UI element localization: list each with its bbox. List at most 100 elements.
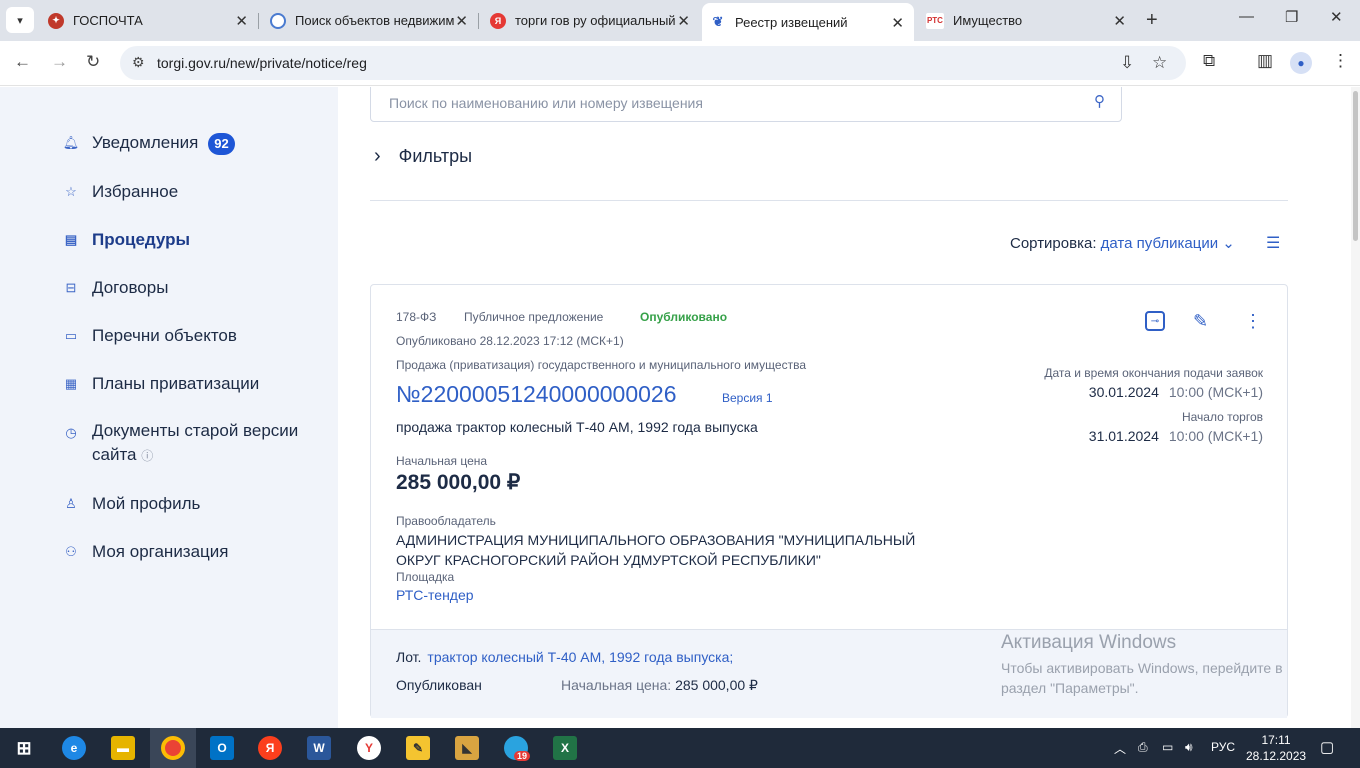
sticky-notes-icon[interactable]: ✎	[406, 736, 430, 760]
more-options-icon[interactable]: ⋮	[1244, 311, 1262, 332]
sort-control[interactable]: Сортировка: дата публикации ⌄	[1010, 234, 1235, 252]
reload-button[interactable]: ↻	[86, 52, 100, 72]
divider	[370, 200, 1288, 201]
search-icon[interactable]: ⚲	[1094, 92, 1105, 110]
sort-label: Сортировка:	[1010, 235, 1097, 252]
telegram-icon[interactable]: 19	[504, 736, 530, 761]
contract-icon: ⊟	[65, 280, 77, 295]
close-icon[interactable]: ✕	[1113, 12, 1126, 30]
minimize-button[interactable]: —	[1239, 8, 1254, 25]
chevron-down-icon[interactable]: ⌄	[1222, 235, 1235, 252]
windows-start-icon[interactable]: ⊞	[12, 736, 36, 760]
sidebar-item-contracts[interactable]: ⊟ Договоры	[64, 278, 169, 298]
language-indicator[interactable]: РУС	[1211, 740, 1235, 754]
sidebar-item-object-lists[interactable]: ▭ Перечни объектов	[64, 326, 237, 346]
notice-description: продажа трактор колесный Т-40 АМ, 1992 г…	[396, 419, 758, 435]
lot-price: Начальная цена: 285 000,00 ₽	[561, 677, 758, 693]
browser-tab-search-objects[interactable]: Поиск объектов недвижим ✕	[262, 6, 478, 35]
page-scrollbar[interactable]	[1351, 87, 1360, 728]
auction-start-value: 31.01.2024 10:00 (МСК+1)	[1088, 428, 1263, 444]
sidebar-item-favorites[interactable]: ☆ Избранное	[64, 182, 178, 202]
sidebar-item-procedures[interactable]: ▤ Процедуры	[64, 230, 190, 250]
yandex-icon[interactable]: Я	[258, 736, 282, 760]
user-icon: ♙	[65, 496, 77, 511]
browser-tab-property[interactable]: РТС Имущество ✕	[918, 6, 1136, 35]
install-app-icon[interactable]: ⇩	[1120, 53, 1134, 73]
sidebar-item-notifications[interactable]: 🔔︎ Уведомления 92	[63, 133, 235, 155]
system-clock[interactable]: 17:11 28.12.2023	[1246, 732, 1306, 764]
list-icon: ▭	[64, 328, 78, 343]
word-icon[interactable]: W	[307, 736, 331, 760]
geometry-tool-icon[interactable]: ◣	[455, 736, 479, 760]
tab-title: Поиск объектов недвижим	[295, 13, 455, 28]
bookmark-star-icon[interactable]: ☆	[1152, 53, 1167, 73]
edge-icon[interactable]: e	[62, 736, 86, 760]
extensions-icon[interactable]: ⧉	[1203, 51, 1215, 71]
forward-button[interactable]: →	[51, 52, 68, 72]
page-content: 🔔︎ Уведомления 92 ☆ Избранное ▤ Процедур…	[0, 87, 1360, 728]
organization-icon: ⚇	[65, 544, 77, 559]
tab-search-menu-button[interactable]: ▾	[6, 7, 34, 33]
address-bar[interactable]: ⚙ torgi.gov.ru/new/private/notice/reg ⇩ …	[120, 46, 1186, 80]
sidebar-item-organization[interactable]: ⚇ Моя организация	[64, 542, 228, 562]
lot-link[interactable]: трактор колесный Т-40 АМ, 1992 года выпу…	[427, 649, 733, 665]
windows-taskbar: ⊞ e ▬ O Я W Y ✎ ◣ 19 X ︿ ⎙ ▭ 🔊︎ РУС 17:1…	[0, 728, 1360, 768]
edit-pencil-icon[interactable]: ✎	[1193, 311, 1208, 332]
notification-count-badge: 92	[208, 133, 235, 155]
sidebar-item-old-documents[interactable]: ◷ Документы старой версии сайта ⓘ	[64, 419, 298, 468]
url-text[interactable]: torgi.gov.ru/new/private/notice/reg	[157, 55, 367, 71]
key-icon[interactable]: ⊸	[1145, 311, 1165, 331]
close-icon[interactable]: ✕	[235, 12, 248, 30]
notice-published-date: Опубликовано 28.12.2023 17:12 (МСК+1)	[396, 334, 624, 348]
gospochta-icon: ✦	[48, 12, 64, 29]
rts-icon: РТС	[926, 12, 944, 29]
deadline-value: 30.01.2024 10:00 (МСК+1)	[1088, 384, 1263, 400]
filters-toggle[interactable]: › Фильтры	[374, 145, 472, 168]
sidebar-item-label: Избранное	[92, 182, 179, 201]
search-input[interactable]: Поиск по наименованию или номеру извещен…	[370, 87, 1122, 122]
auction-start-label: Начало торгов	[1181, 410, 1263, 424]
excel-icon[interactable]: X	[553, 736, 577, 760]
sidebar-item-profile[interactable]: ♙ Мой профиль	[64, 494, 200, 514]
site-info-icon[interactable]: ⚙	[132, 54, 145, 71]
browser-tab-gospochta[interactable]: ✦ ГОСПОЧТА ✕	[40, 6, 258, 35]
notifications-icon[interactable]: ▢	[1320, 738, 1334, 756]
calendar-icon: ▦	[64, 376, 78, 391]
sidebar-item-label: Перечни объектов	[92, 326, 237, 345]
close-icon[interactable]: ✕	[891, 14, 904, 32]
sidebar: 🔔︎ Уведомления 92 ☆ Избранное ▤ Процедур…	[0, 87, 338, 728]
notice-version[interactable]: Версия 1	[722, 391, 773, 405]
sidebar-item-label: Планы приватизации	[92, 374, 260, 393]
browser-tab-registry[interactable]: ❦ Реестр извещений ✕	[702, 3, 914, 41]
chrome-icon[interactable]	[161, 736, 185, 760]
close-icon[interactable]: ✕	[677, 12, 690, 30]
side-panel-icon[interactable]: ▥	[1257, 51, 1273, 71]
sidebar-item-label: Процедуры	[92, 230, 191, 249]
restore-button[interactable]: ❐	[1285, 8, 1298, 26]
sidebar-item-label: Мой профиль	[92, 494, 201, 513]
network-icon[interactable]: ▭	[1162, 740, 1173, 754]
filters-label: Фильтры	[398, 146, 473, 166]
profile-avatar-icon[interactable]: ●	[1290, 52, 1312, 74]
tray-overflow-icon[interactable]: ︿	[1114, 740, 1126, 757]
price-value: 285 000,00 ₽	[396, 471, 521, 494]
new-tab-button[interactable]: +	[1146, 9, 1158, 32]
sort-value[interactable]: дата публикации	[1101, 235, 1218, 252]
close-window-button[interactable]: ✕	[1330, 8, 1343, 26]
sort-order-icon[interactable]: ☰	[1266, 233, 1280, 253]
sidebar-item-privatization-plans[interactable]: ▦ Планы приватизации	[64, 374, 259, 394]
browser-tab-yandex[interactable]: Я торги гов ру официальный ✕	[482, 6, 700, 35]
notice-number-link[interactable]: №22000051240000000026	[396, 381, 677, 408]
outlook-icon[interactable]: O	[210, 736, 234, 760]
back-button[interactable]: ←	[14, 52, 31, 72]
printer-icon[interactable]: ⎙	[1138, 740, 1148, 755]
file-explorer-icon[interactable]: ▬	[111, 736, 135, 760]
price-label: Начальная цена	[396, 454, 488, 468]
windows-activation-watermark: Активация Windows Чтобы активировать Win…	[1001, 632, 1283, 696]
close-icon[interactable]: ✕	[455, 12, 468, 30]
platform-link[interactable]: РТС-тендер	[396, 587, 474, 603]
yandex-browser-icon[interactable]: Y	[357, 736, 381, 760]
notice-law: 178-ФЗ	[396, 310, 437, 324]
browser-menu-icon[interactable]: ⋮	[1332, 51, 1349, 71]
volume-icon[interactable]: 🔊︎	[1185, 740, 1193, 755]
